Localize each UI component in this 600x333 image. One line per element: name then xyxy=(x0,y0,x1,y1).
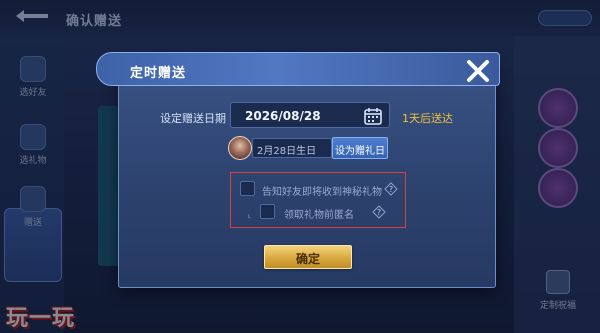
help-icon[interactable]: ? xyxy=(372,205,386,219)
sub-option-marker: ˪ xyxy=(248,211,251,221)
date-value: 2026/08/28 xyxy=(245,109,321,123)
anonymous-label: 领取礼物前匿名 xyxy=(284,210,354,221)
help-icon[interactable]: ? xyxy=(384,182,398,196)
date-label: 设定赠送日期 xyxy=(160,112,226,125)
set-gift-day-label: 设为赠礼日 xyxy=(335,146,385,157)
birthday-text: 2月28日生日 xyxy=(257,146,317,157)
svg-text:?: ? xyxy=(389,185,393,194)
svg-text:?: ? xyxy=(377,208,381,217)
friend-avatar xyxy=(228,136,252,160)
birthday-field: 2月28日生日 xyxy=(252,138,332,158)
notify-friend-checkbox[interactable] xyxy=(240,181,255,196)
anonymous-checkbox[interactable] xyxy=(260,204,275,219)
calendar-icon[interactable] xyxy=(363,106,383,126)
set-gift-day-button[interactable]: 设为赠礼日 xyxy=(332,137,388,159)
confirm-label: 确定 xyxy=(295,252,320,266)
date-picker-field[interactable]: 2026/08/28 xyxy=(230,102,390,128)
delivery-note: 1天后送达 xyxy=(402,112,453,125)
close-icon[interactable] xyxy=(464,58,492,84)
notify-friend-label: 告知好友即将收到神秘礼物 xyxy=(262,187,382,198)
confirm-button[interactable]: 确定 xyxy=(264,245,352,269)
dialog-title: 定时赠送 xyxy=(130,66,187,81)
